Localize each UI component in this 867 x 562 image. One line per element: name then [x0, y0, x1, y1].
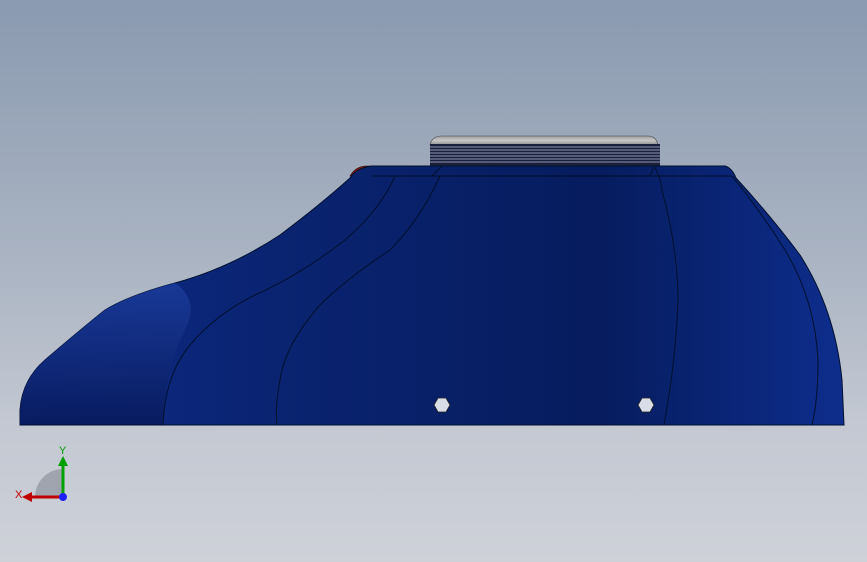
graphics-viewport[interactable]: Y X: [0, 0, 867, 562]
z-axis-dot-icon: [59, 493, 67, 501]
x-axis-label: X: [15, 489, 23, 501]
y-axis-arrow-icon: [58, 456, 68, 466]
hex-hole-right[interactable]: [637, 397, 655, 413]
3d-model[interactable]: [0, 0, 867, 562]
coordinate-triad: Y X: [10, 440, 80, 510]
hex-hole-left[interactable]: [433, 397, 451, 413]
threaded-cap[interactable]: [429, 135, 660, 166]
triad-plane-icon: [35, 469, 63, 497]
y-axis-label: Y: [59, 445, 67, 457]
shoe-body[interactable]: [19, 165, 845, 426]
x-axis-arrow-icon: [22, 492, 32, 502]
